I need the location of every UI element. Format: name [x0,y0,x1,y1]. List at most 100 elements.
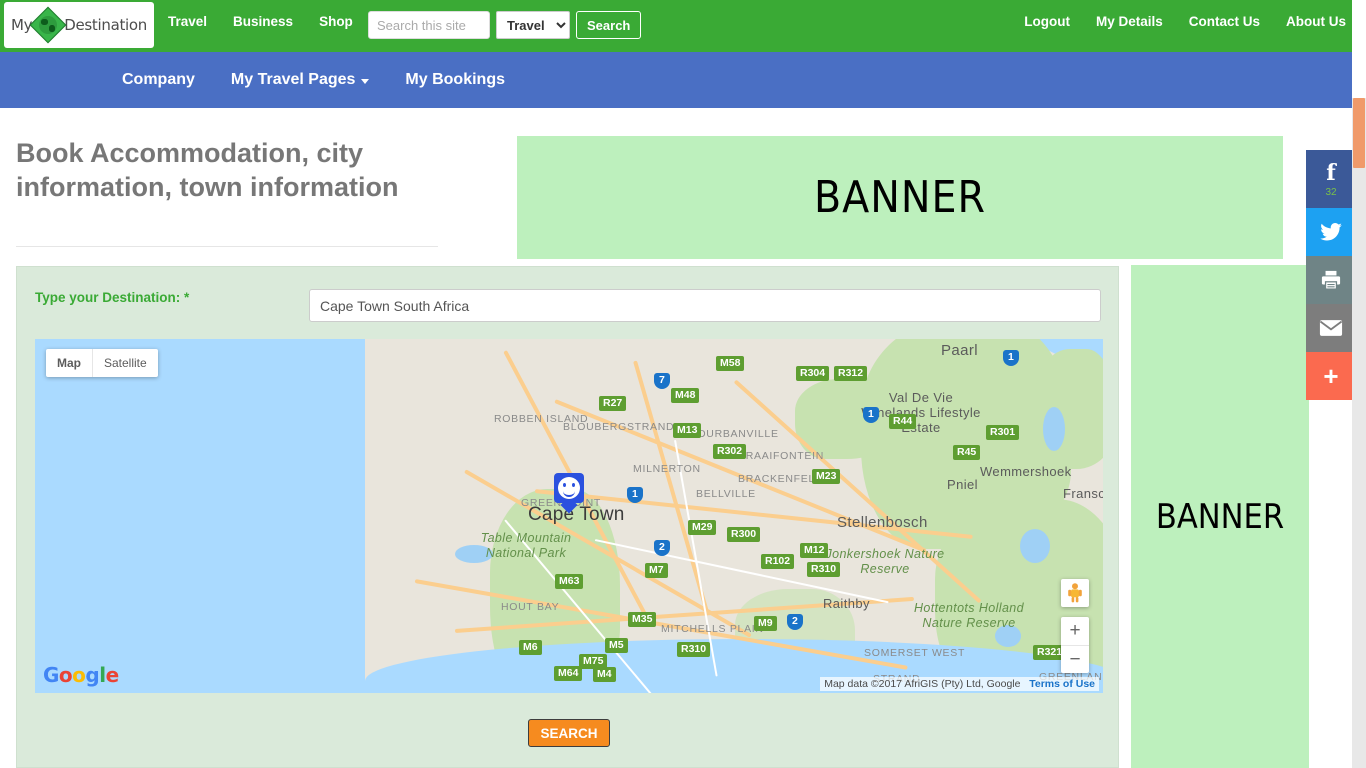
map-route-shield: M48 [671,388,700,403]
nav-item-shop[interactable]: Shop [319,14,353,29]
logo-text-destination: Destination [64,16,147,34]
map-route-shield: M9 [754,616,777,631]
map-place-label: BRACKENFELL [738,473,822,485]
destination-label-text: Type your Destination: [35,290,181,305]
nav-item-my-details[interactable]: My Details [1096,14,1163,29]
printer-icon [1321,270,1341,290]
facebook-icon: f [1326,160,1336,186]
map-type-map-button[interactable]: Map [46,349,92,377]
map-water-body [1043,407,1065,451]
subnav-label-my-travel-pages: My Travel Pages [230,71,356,88]
subnav-item-company[interactable]: Company [122,71,195,89]
map-place-label: Table Mountain National Park [480,531,572,560]
map-water-body [1020,529,1050,563]
nav-item-about-us[interactable]: About Us [1286,14,1346,29]
map-place-label: MILNERTON [633,463,701,475]
destination-search-button[interactable]: SEARCH [528,719,610,747]
destination-search-panel: Type your Destination: * Cape Town South… [16,266,1119,768]
map-route-shield: M7 [645,563,668,578]
banner-top[interactable]: BANNER [517,136,1283,259]
map-attribution-text: Map data ©2017 AfriGIS (Pty) Ltd, Google [824,678,1021,690]
page-scrollbar-track[interactable] [1352,0,1366,768]
print-page-button[interactable] [1306,256,1356,304]
map-green-area [1035,349,1103,469]
nav-item-business[interactable]: Business [233,14,293,29]
map-place-label: Stellenbosch [837,514,928,531]
nav-item-contact-us[interactable]: Contact Us [1189,14,1260,29]
social-share-sidebar: f 32 + [1306,150,1356,400]
map-ocean-west [35,339,365,693]
map-place-label: BELLVILLE [696,488,756,500]
map-route-shield: R304 [796,366,830,381]
map-place-label: Raithby [823,596,870,611]
secondary-nav-bar: Company My Travel Pages My Bookings [0,52,1352,108]
subnav-item-my-bookings[interactable]: My Bookings [405,71,505,89]
map-place-label: KRAAIFONTEIN [738,450,824,462]
twitter-bird-icon [1320,223,1342,241]
envelope-icon [1319,320,1343,336]
nav-item-travel[interactable]: Travel [168,14,207,29]
map-place-label: Paarl [941,342,979,359]
street-view-pegman-icon[interactable] [1061,579,1089,607]
map-route-shield: R310 [807,562,841,577]
map-route-shield: 1 [863,407,879,423]
map-route-shield: M35 [628,612,657,627]
map-route-shield: M58 [716,356,745,371]
destination-label: Type your Destination: * [35,290,189,305]
google-map[interactable]: Map Satellite Cape Town Paarl Stellenbosch… [35,339,1103,693]
map-route-shield: 1 [627,487,643,503]
map-route-shield: R301 [986,425,1020,440]
nav-item-logout[interactable]: Logout [1024,14,1070,29]
map-route-shield: 7 [654,373,670,389]
map-route-shield: R45 [953,445,981,460]
map-route-shield: R102 [761,554,795,569]
destination-input[interactable] [309,289,1101,322]
map-place-label: ROBBEN ISLAND [494,413,589,425]
share-twitter-button[interactable] [1306,208,1356,256]
map-terms-of-use-link[interactable]: Terms of Use [1029,678,1095,690]
map-route-shield: M63 [555,574,584,589]
share-facebook-button[interactable]: f 32 [1306,150,1356,208]
page-scrollbar-thumb[interactable] [1353,98,1365,168]
map-route-shield: R300 [727,527,761,542]
site-search-form: Travel Search [368,11,642,39]
map-type-satellite-button[interactable]: Satellite [92,349,158,377]
banner-sidebar[interactable]: BANNER [1131,265,1309,768]
account-nav: Logout My Details Contact Us About Us [1024,14,1346,29]
map-route-shield: R44 [889,414,917,429]
map-route-shield: R310 [677,642,711,657]
map-place-label: Wemmershoek [980,464,1072,479]
map-type-control: Map Satellite [46,349,158,377]
map-place-label: MITCHELLS PLAIN [661,623,764,635]
page-title: Book Accommodation, city information, to… [16,138,399,202]
share-email-button[interactable] [1306,304,1356,352]
site-logo[interactable]: My Destination [4,2,154,48]
smiley-map-pin-icon[interactable] [554,473,584,514]
zoom-in-button[interactable]: + [1061,617,1089,645]
map-route-shield: M13 [673,423,702,438]
share-more-button[interactable]: + [1306,352,1356,400]
subnav-item-my-travel-pages[interactable]: My Travel Pages [231,71,370,89]
required-asterisk: * [184,290,190,305]
scrollbar-cap [1352,0,1366,98]
map-route-shield: 1 [1003,350,1019,366]
map-route-shield: 2 [787,614,803,630]
map-route-shield: 2 [654,540,670,556]
zoom-out-button[interactable]: − [1061,645,1089,673]
map-route-shield: R302 [713,444,747,459]
map-route-shield: R312 [834,366,868,381]
search-button[interactable]: Search [576,11,642,39]
subnav-label-company: Company [122,71,195,88]
google-logo: Google [43,663,119,687]
search-input[interactable] [368,11,490,39]
map-zoom-control: + − [1061,617,1089,673]
map-place-label: SOMERSET WEST [864,647,966,659]
map-route-shield: M5 [605,638,628,653]
title-divider [16,246,438,247]
chevron-down-icon [361,79,370,84]
map-route-shield: M6 [519,640,542,655]
facebook-share-count: 32 [1325,187,1337,198]
search-category-select[interactable]: Travel [496,11,570,39]
plus-icon: + [1323,361,1339,391]
map-route-shield: M64 [554,666,583,681]
